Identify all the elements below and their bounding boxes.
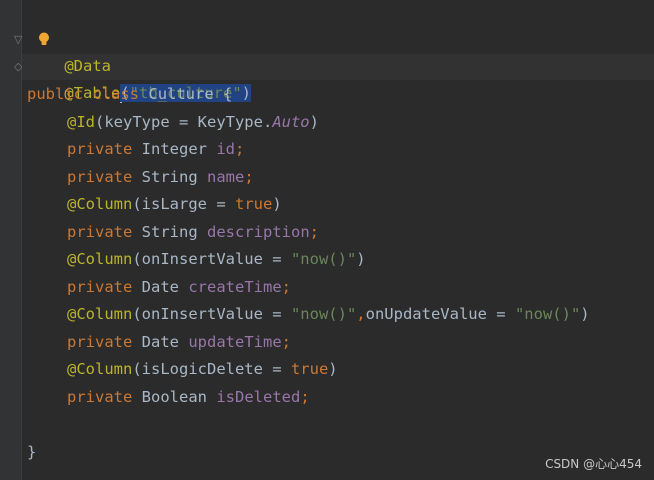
code-line-12[interactable]: private Date updateTime;	[27, 329, 291, 355]
watermark: CSDN @心心454	[545, 457, 642, 471]
code-line-3[interactable]: public class Culture {	[27, 81, 232, 107]
class-name: Culture	[148, 85, 214, 103]
code-line-10[interactable]: private Date createTime;	[27, 274, 291, 300]
code-line-6[interactable]: private String name;	[27, 164, 254, 190]
code-editor[interactable]: ▽ ◇ @Data @Table("tb_culture") public cl…	[0, 0, 654, 480]
intention-bulb-icon[interactable]	[38, 32, 50, 46]
code-line-13[interactable]: @Column(isLogicDelete = true)	[27, 356, 338, 382]
code-line-4[interactable]: @Id(keyType = KeyType.Auto)	[27, 109, 319, 135]
code-line-8[interactable]: private String description;	[27, 219, 319, 245]
code-line-16[interactable]: }	[27, 439, 36, 465]
code-line-2[interactable]: @Table("tb_culture")	[27, 54, 251, 103]
fold-marker-icon[interactable]: ▽	[14, 34, 24, 46]
code-line-11[interactable]: @Column(onInsertValue = "now()",onUpdate…	[27, 301, 590, 327]
code-line-5[interactable]: private Integer id;	[27, 136, 244, 162]
code-line-9[interactable]: @Column(onInsertValue = "now()")	[27, 246, 366, 272]
code-line-14[interactable]: private Boolean isDeleted;	[27, 384, 310, 410]
code-line-7[interactable]: @Column(isLarge = true)	[27, 191, 282, 217]
